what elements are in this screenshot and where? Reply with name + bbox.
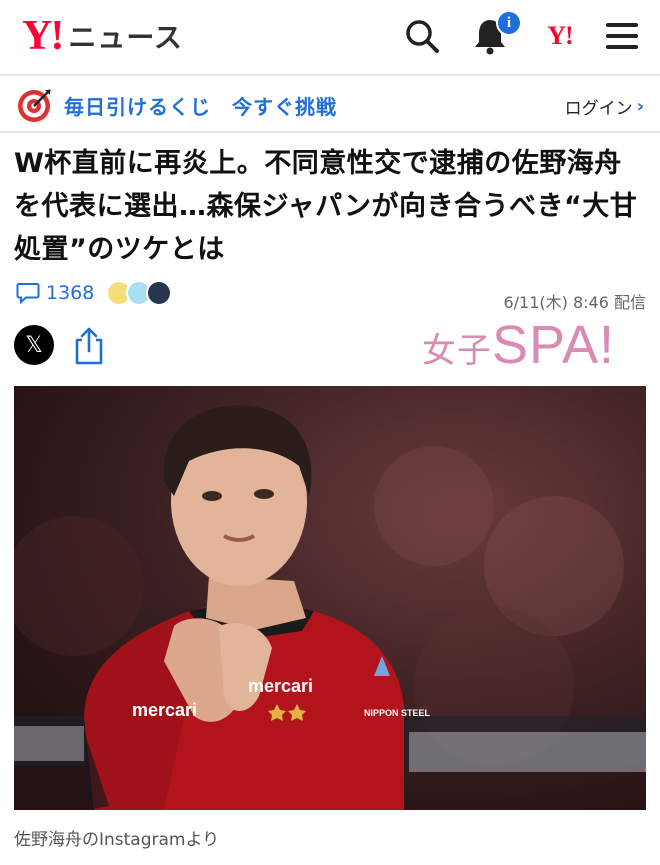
menu-icon[interactable]	[602, 16, 642, 56]
login-link[interactable]: ログイン ›	[565, 94, 644, 119]
jersey-sleeve-sponsor: NIPPON STEEL	[364, 708, 431, 718]
comment-icon	[16, 283, 40, 304]
yahoo-news-logo[interactable]: Y! ニュース	[22, 12, 183, 60]
comments-link[interactable]: 1368	[16, 280, 173, 306]
share-icon[interactable]	[72, 326, 106, 366]
app-header: Y! ニュース i Y!	[0, 0, 660, 76]
article-photo[interactable]: mercari mercari NIPPON STEEL	[14, 386, 646, 810]
yahoo-logo-mark: Y!	[22, 13, 64, 59]
photo-caption: 佐野海舟のInstagramより	[14, 830, 220, 850]
yahoo-japan-icon[interactable]: Y!	[535, 16, 585, 56]
login-label: ログイン	[564, 99, 633, 119]
yahoo-japan-logo-text: Y!	[547, 21, 573, 50]
jersey-sponsor-left: mercari	[132, 700, 197, 720]
article-headline: W杯直前に再炎上。不同意性交で逮捕の佐野海舟を代表に選出…森保ジャパンが向き合う…	[14, 148, 638, 265]
notification-badge[interactable]: i	[496, 10, 522, 36]
publisher-logo[interactable]: 女子 SPA!	[422, 310, 615, 372]
target-icon[interactable]	[16, 86, 54, 124]
publisher-logo-jp: 女子	[422, 331, 492, 371]
starry-emoji-icon	[146, 280, 173, 306]
news-logo-text: ニュース	[68, 21, 183, 54]
reaction-emojis	[106, 280, 173, 306]
jersey-sponsor-right: mercari	[248, 676, 313, 696]
comment-count: 1368	[46, 282, 95, 304]
publisher-logo-spa: SPA!	[492, 315, 616, 375]
chevron-right-icon: ›	[636, 96, 644, 117]
x-share-icon[interactable]: 𝕏	[14, 325, 54, 365]
promo-bar: 毎日引けるくじ 今すぐ挑戦 ログイン ›	[0, 78, 660, 133]
lottery-promo-link[interactable]: 毎日引けるくじ 今すぐ挑戦	[64, 91, 337, 120]
search-icon[interactable]	[402, 16, 442, 56]
